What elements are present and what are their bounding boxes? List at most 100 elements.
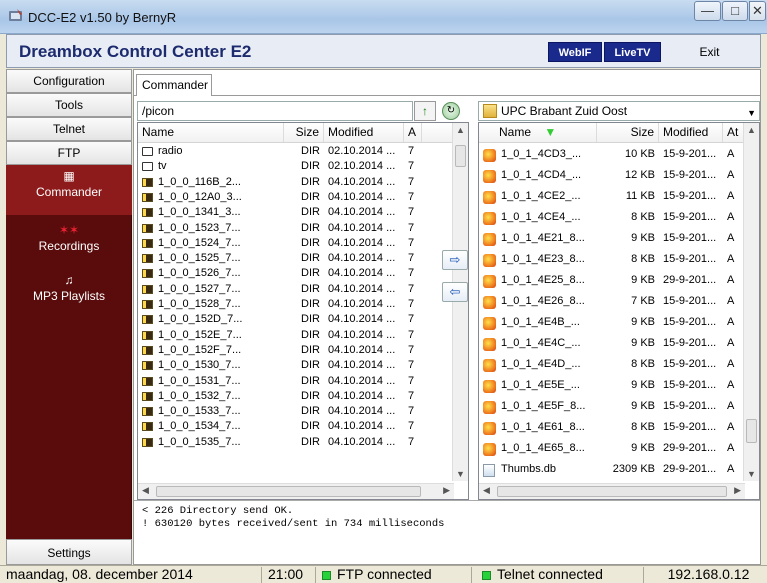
left-path-field[interactable]: /picon: [137, 101, 413, 121]
status-time: 21:00: [262, 567, 316, 583]
table-row[interactable]: 1_0_1_4E25_8... 9 KB 29-9-201... A: [479, 270, 745, 291]
right-vertical-scrollbar[interactable]: ▲ ▼: [743, 123, 759, 481]
column-modified[interactable]: Modified: [659, 123, 723, 142]
column-name[interactable]: Name: [138, 123, 284, 142]
table-row[interactable]: 1_0_1_4E23_8... 8 KB 15-9-201... A: [479, 249, 745, 270]
sidebar-item-recordings[interactable]: ✶✶ Recordings: [6, 219, 132, 269]
sidebar-button-tools[interactable]: Tools: [6, 93, 132, 117]
close-button[interactable]: ✕: [749, 1, 766, 21]
table-row[interactable]: 1_0_1_4E26_8... 7 KB 15-9-201... A: [479, 291, 745, 312]
file-modified: 15-9-201...: [663, 190, 717, 202]
table-row[interactable]: 1_0_0_1523_7... DIR 04.10.2014 ... 7: [138, 221, 454, 236]
table-row[interactable]: 1_0_1_4E65_8... 9 KB 29-9-201... A: [479, 438, 745, 459]
table-row[interactable]: 1_0_1_4E61_8... 8 KB 15-9-201... A: [479, 417, 745, 438]
column-size[interactable]: Size: [597, 123, 659, 142]
file-attr: 7: [408, 389, 415, 402]
maximize-button[interactable]: □: [722, 1, 748, 21]
sidebar-item-commander[interactable]: ▦ Commander: [6, 165, 132, 215]
table-row[interactable]: 1_0_0_152F_7... DIR 04.10.2014 ... 7: [138, 343, 454, 358]
file-size: DIR: [301, 267, 320, 280]
table-row[interactable]: 1_0_1_4E5E_... 9 KB 15-9-201... A: [479, 375, 745, 396]
table-row[interactable]: 1_0_0_1341_3... DIR 04.10.2014 ... 7: [138, 205, 454, 220]
table-row[interactable]: 1_0_0_1534_7... DIR 04.10.2014 ... 7: [138, 419, 454, 434]
livetv-button[interactable]: LiveTV: [604, 42, 661, 62]
file-name: 1_0_1_4E4D_...: [501, 358, 581, 370]
right-scroll-thumb[interactable]: [746, 419, 757, 443]
exit-button[interactable]: Exit: [662, 41, 757, 63]
table-row[interactable]: tv DIR 02.10.2014 ... 7: [138, 159, 454, 174]
scroll-right-icon[interactable]: ▶: [443, 485, 450, 496]
table-row[interactable]: 1_0_1_4CE4_... 8 KB 15-9-201... A: [479, 207, 745, 228]
tab-commander[interactable]: Commander: [136, 74, 212, 96]
settings-button[interactable]: Settings: [6, 539, 132, 565]
left-hscroll-thumb[interactable]: [156, 486, 421, 497]
table-row[interactable]: 1_0_0_1532_7... DIR 04.10.2014 ... 7: [138, 389, 454, 404]
left-file-list[interactable]: Name Size Modified A radio DIR 02.10.2014 …: [137, 122, 469, 500]
table-row[interactable]: 1_0_1_4E21_8... 9 KB 15-9-201... A: [479, 228, 745, 249]
column-name[interactable]: Name ▼: [479, 123, 597, 142]
ftp-log: < 226 Directory send OK. ! 630120 bytes …: [134, 500, 760, 564]
minimize-button[interactable]: —: [694, 1, 721, 21]
table-row[interactable]: 1_0_0_1535_7... DIR 04.10.2014 ... 7: [138, 435, 454, 450]
table-row[interactable]: 1_0_0_152E_7... DIR 04.10.2014 ... 7: [138, 328, 454, 343]
folder-icon: [483, 104, 497, 118]
scroll-up-icon[interactable]: ▲: [744, 125, 759, 135]
right-file-list[interactable]: Name ▼ Size Modified At 1_0_1_4CD3_... 10…: [478, 122, 760, 500]
left-horizontal-scrollbar[interactable]: ◀ ▶: [138, 483, 454, 499]
table-row[interactable]: 1_0_0_1527_7... DIR 04.10.2014 ... 7: [138, 282, 454, 297]
table-row[interactable]: Thumbs.db 2309 KB 29-9-201... A: [479, 459, 745, 480]
table-row[interactable]: 1_0_0_152D_7... DIR 04.10.2014 ... 7: [138, 312, 454, 327]
scroll-down-icon[interactable]: ▼: [744, 469, 759, 479]
table-row[interactable]: 1_0_1_4E4C_... 9 KB 15-9-201... A: [479, 333, 745, 354]
file-modified: 04.10.2014 ...: [328, 206, 396, 219]
table-row[interactable]: 1_0_1_4E5F_8... 9 KB 15-9-201... A: [479, 396, 745, 417]
left-scroll-thumb[interactable]: [455, 145, 466, 167]
refresh-button[interactable]: ↻: [442, 102, 460, 120]
file-size: DIR: [301, 328, 320, 341]
column-attr[interactable]: At: [723, 123, 745, 142]
right-folder-select[interactable]: UPC Brabant Zuid Oost ▼: [478, 101, 760, 121]
table-row[interactable]: 1_0_0_1530_7... DIR 04.10.2014 ... 7: [138, 358, 454, 373]
table-row[interactable]: 1_0_1_4CD4_... 12 KB 15-9-201... A: [479, 165, 745, 186]
right-hscroll-thumb[interactable]: [497, 486, 727, 497]
picon-icon: [142, 238, 153, 248]
table-row[interactable]: 1_0_0_1526_7... DIR 04.10.2014 ... 7: [138, 266, 454, 281]
table-row[interactable]: 1_0_0_1524_7... DIR 04.10.2014 ... 7: [138, 236, 454, 251]
column-size[interactable]: Size: [284, 123, 324, 142]
table-row[interactable]: 1_0_0_1525_7... DIR 04.10.2014 ... 7: [138, 251, 454, 266]
table-row[interactable]: 1_0_0_1528_7... DIR 04.10.2014 ... 7: [138, 297, 454, 312]
right-horizontal-scrollbar[interactable]: ◀ ▶: [479, 483, 745, 499]
scroll-left-icon[interactable]: ◀: [483, 485, 490, 496]
file-name: 1_0_1_4CD3_...: [501, 148, 582, 160]
table-row[interactable]: 1_0_0_1531_7... DIR 04.10.2014 ... 7: [138, 374, 454, 389]
file-name: 1_0_1_4E23_8...: [501, 253, 585, 265]
sidebar-button-configuration[interactable]: Configuration: [6, 69, 132, 93]
sidebar-button-telnet[interactable]: Telnet: [6, 117, 132, 141]
sidebar-button-ftp[interactable]: FTP: [6, 141, 132, 165]
scroll-left-icon[interactable]: ◀: [142, 485, 149, 496]
file-attr: 7: [408, 236, 415, 249]
file-size: 9 KB: [631, 316, 655, 328]
webif-button[interactable]: WebIF: [548, 42, 602, 62]
table-row[interactable]: 1_0_1_4E4D_... 8 KB 15-9-201... A: [479, 354, 745, 375]
scroll-right-icon[interactable]: ▶: [734, 485, 741, 496]
scroll-up-icon[interactable]: ▲: [453, 125, 468, 135]
column-attr[interactable]: A: [404, 123, 422, 142]
picon-icon: [142, 192, 153, 202]
column-modified[interactable]: Modified: [324, 123, 404, 142]
table-row[interactable]: 1_0_1_4CD3_... 10 KB 15-9-201... A: [479, 144, 745, 165]
table-row[interactable]: 1_0_0_12A0_3... DIR 04.10.2014 ... 7: [138, 190, 454, 205]
copy-to-left-button[interactable]: ⇦: [442, 282, 468, 302]
left-vertical-scrollbar[interactable]: ▲ ▼: [452, 123, 468, 481]
table-row[interactable]: 1_0_1_4E4B_... 9 KB 15-9-201... A: [479, 312, 745, 333]
table-row[interactable]: 1_0_1_4CE2_... 11 KB 15-9-201... A: [479, 186, 745, 207]
sidebar-item-mp3-playlists[interactable]: ♫ MP3 Playlists: [6, 269, 132, 319]
table-row[interactable]: radio DIR 02.10.2014 ... 7: [138, 144, 454, 159]
copy-to-right-button[interactable]: ⇨: [442, 250, 468, 270]
scroll-down-icon[interactable]: ▼: [453, 469, 468, 479]
table-row[interactable]: 1_0_0_1533_7... DIR 04.10.2014 ... 7: [138, 404, 454, 419]
window-titlebar[interactable]: DCC-E2 v1.50 by BernyR — □ ✕: [0, 0, 767, 34]
file-size: DIR: [301, 175, 320, 188]
table-row[interactable]: 1_0_0_116B_2... DIR 04.10.2014 ... 7: [138, 175, 454, 190]
parent-directory-button[interactable]: ↑: [414, 101, 436, 121]
